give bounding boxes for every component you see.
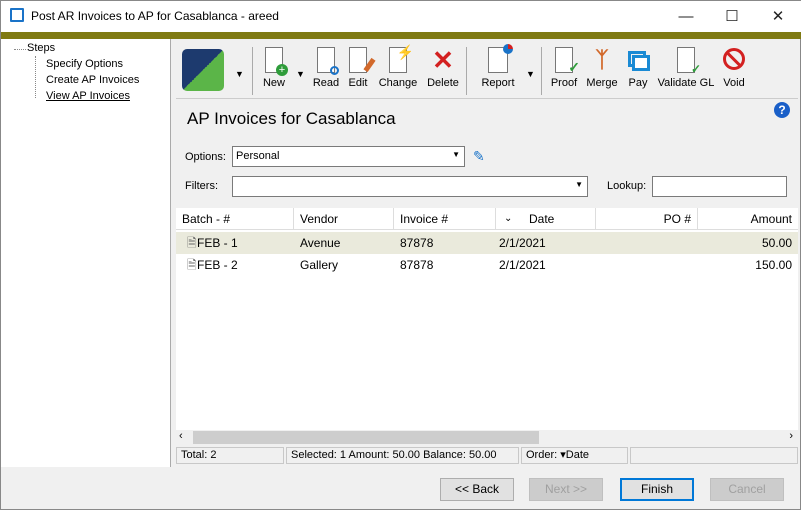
- batch-cell: FEB - 2: [197, 258, 238, 272]
- app-icon: [10, 8, 24, 22]
- title-bar: Post AR Invoices to AP for Casablanca - …: [1, 1, 801, 32]
- scroll-left-arrow[interactable]: ‹: [179, 430, 183, 442]
- step-specify-options[interactable]: Specify Options: [46, 58, 123, 70]
- read-label: Read: [312, 77, 340, 89]
- scrollbar-thumb[interactable]: [193, 431, 539, 444]
- accent-stripe: [1, 32, 801, 39]
- maximize-button[interactable]: ☐: [709, 5, 755, 29]
- edit-options-icon[interactable]: ✎: [473, 148, 485, 165]
- table-row[interactable]: 🗎 FEB - 1 Avenue 87878 2/1/2021 50.00: [176, 232, 798, 254]
- void-button[interactable]: Void: [720, 45, 748, 89]
- void-label: Void: [723, 77, 745, 89]
- proof-button[interactable]: ✓ Proof: [548, 45, 580, 89]
- validate-gl-icon: ✓: [677, 47, 701, 76]
- pay-icon: [626, 47, 650, 73]
- filters-label: Filters:: [185, 180, 218, 192]
- vendor-cell: Avenue: [300, 236, 341, 250]
- chevron-down-icon: ▼: [452, 150, 460, 159]
- report-dropdown-arrow[interactable]: ▼: [526, 69, 535, 79]
- read-button[interactable]: Read: [311, 45, 341, 89]
- logo-dropdown-arrow[interactable]: ▼: [235, 69, 244, 79]
- status-total: Total: 2: [176, 447, 284, 464]
- sort-desc-icon: ⌄: [504, 213, 513, 224]
- next-button[interactable]: Next >>: [529, 478, 603, 501]
- new-dropdown-arrow[interactable]: ▼: [296, 69, 305, 79]
- step-create-ap-invoices[interactable]: Create AP Invoices: [46, 74, 139, 86]
- status-selection: Selected: 1 Amount: 50.00 Balance: 50.00: [286, 447, 519, 464]
- delete-button[interactable]: ✕ Delete: [425, 45, 461, 89]
- options-value: Personal: [236, 150, 280, 162]
- proof-label: Proof: [550, 77, 578, 89]
- validate-gl-label: Validate GL: [657, 77, 715, 89]
- status-empty: [630, 447, 798, 464]
- close-button[interactable]: ✕: [755, 5, 801, 29]
- window-title: Post AR Invoices to AP for Casablanca - …: [31, 9, 279, 23]
- merge-button[interactable]: ᛉ Merge: [585, 45, 619, 89]
- cancel-button[interactable]: Cancel: [710, 478, 784, 501]
- new-document-icon: +: [265, 47, 288, 76]
- toolbar: ▼ + New ▼ Read Edit ⚡ Change ✕ Delete Repor…: [176, 43, 798, 99]
- delete-label: Delete: [427, 77, 459, 89]
- step-view-ap-invoices[interactable]: View AP Invoices: [46, 90, 130, 102]
- column-header-vendor[interactable]: Vendor: [294, 208, 394, 230]
- proof-icon: ✓: [555, 47, 580, 75]
- column-header-po[interactable]: PO #: [596, 208, 698, 230]
- steps-root: Steps: [27, 42, 56, 54]
- horizontal-scrollbar[interactable]: ‹ ›: [176, 430, 798, 445]
- report-icon: [488, 44, 513, 73]
- steps-pane: Steps Specify Options Create AP Invoices…: [1, 39, 171, 467]
- amount-cell: 150.00: [755, 258, 792, 272]
- new-button[interactable]: + New: [260, 45, 288, 89]
- app-logo-icon[interactable]: [182, 49, 224, 91]
- status-order: Order: ▾Date: [521, 447, 628, 464]
- vendor-cell: Gallery: [300, 258, 339, 272]
- date-header-label: Date: [529, 212, 555, 226]
- options-select[interactable]: Personal ▼: [232, 146, 465, 167]
- read-icon: [317, 47, 339, 75]
- batch-cell: FEB - 1: [197, 236, 238, 250]
- help-icon[interactable]: ?: [774, 102, 790, 118]
- minimize-button[interactable]: —: [663, 5, 709, 29]
- edit-icon: [349, 47, 376, 73]
- merge-label: Merge: [586, 77, 618, 89]
- invoice-table: Batch - # Vendor Invoice # ⌄ Date PO # Am…: [176, 208, 798, 430]
- report-button[interactable]: Report: [478, 44, 518, 89]
- column-header-amount[interactable]: Amount: [698, 208, 798, 230]
- change-button[interactable]: ⚡ Change: [377, 44, 419, 89]
- validate-gl-button[interactable]: ✓ Validate GL: [657, 45, 715, 89]
- date-cell: 2/1/2021: [499, 236, 546, 250]
- change-label: Change: [378, 77, 418, 89]
- pay-label: Pay: [628, 77, 648, 89]
- page-title: AP Invoices for Casablanca: [187, 109, 396, 128]
- void-icon: [722, 47, 746, 73]
- table-row[interactable]: 🗎 FEB - 2 Gallery 87878 2/1/2021 150.00: [176, 254, 798, 276]
- report-label: Report: [481, 77, 515, 89]
- merge-icon: ᛉ: [595, 47, 609, 72]
- lookup-input[interactable]: [652, 176, 787, 197]
- amount-cell: 50.00: [761, 236, 792, 250]
- date-cell: 2/1/2021: [499, 258, 546, 272]
- column-header-date[interactable]: ⌄ Date: [496, 208, 596, 230]
- back-button[interactable]: << Back: [440, 478, 514, 501]
- options-label: Options:: [185, 151, 226, 163]
- scroll-right-arrow[interactable]: ›: [789, 430, 793, 442]
- filters-select[interactable]: ▼: [232, 176, 588, 197]
- lookup-label: Lookup:: [607, 180, 647, 192]
- invoice-cell: 87878: [400, 258, 434, 272]
- delete-x-icon: ✕: [432, 45, 454, 75]
- finish-button[interactable]: Finish: [620, 478, 694, 501]
- new-label: New: [262, 77, 285, 89]
- edit-label: Edit: [348, 77, 368, 89]
- column-header-invoice[interactable]: Invoice #: [394, 208, 496, 230]
- pay-button[interactable]: Pay: [625, 45, 651, 89]
- edit-button[interactable]: Edit: [344, 45, 376, 89]
- change-icon: ⚡: [389, 44, 414, 73]
- chevron-down-icon: ▼: [575, 180, 583, 189]
- column-header-batch[interactable]: Batch - #: [176, 208, 294, 230]
- invoice-cell: 87878: [400, 236, 434, 250]
